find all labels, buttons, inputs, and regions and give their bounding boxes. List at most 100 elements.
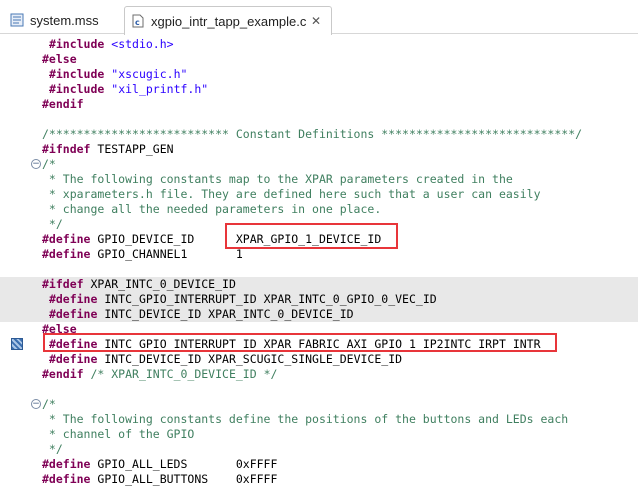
- keyword-token: #include: [48, 67, 105, 81]
- keyword-token: #define: [42, 232, 91, 246]
- keyword-token: #define: [42, 247, 91, 261]
- code-text: #define GPIO_ALL_BUTTONS 0xFFFF: [42, 472, 277, 486]
- code-line[interactable]: #define INTC_GPIO_INTERRUPT_ID XPAR_INTC…: [0, 292, 638, 307]
- keyword-token: #define: [48, 352, 98, 366]
- string-token: "xscugic.h": [111, 67, 188, 81]
- tab-system-mss[interactable]: system.mss: [6, 6, 124, 34]
- code-line[interactable]: */: [0, 442, 638, 457]
- comment-token: * change all the needed parameters in on…: [42, 202, 382, 216]
- comment-token: * xparameters.h file. They are defined h…: [42, 187, 541, 201]
- code-token: TESTAPP_GEN: [90, 142, 174, 156]
- keyword-token: #define: [48, 307, 98, 321]
- code-line[interactable]: #endif /* XPAR_INTC_0_DEVICE_ID */: [0, 367, 638, 382]
- code-text: #define INTC_GPIO_INTERRUPT_ID XPAR_INTC…: [42, 292, 437, 307]
- code-line[interactable]: #include <stdio.h>: [0, 37, 638, 52]
- code-text: #ifndef TESTAPP_GEN: [42, 142, 174, 157]
- code-line[interactable]: [0, 382, 638, 397]
- comment-token: * The following constants define the pos…: [42, 412, 569, 426]
- annotation-box-intc-gpio-interrupt-id: [43, 333, 557, 352]
- tab-label: system.mss: [30, 12, 99, 28]
- code-line[interactable]: * change all the needed parameters in on…: [0, 202, 638, 217]
- code-text: */: [42, 217, 63, 232]
- code-line[interactable]: #define GPIO_ALL_BUTTONS 0xFFFF: [0, 472, 638, 486]
- code-text: #ifdef XPAR_INTC_0_DEVICE_ID: [42, 277, 236, 292]
- keyword-token: #define: [42, 472, 91, 486]
- code-line[interactable]: #define INTC_DEVICE_ID XPAR_INTC_0_DEVIC…: [0, 307, 638, 322]
- collapse-fold-icon[interactable]: −: [31, 159, 41, 169]
- annotation-marker-icon[interactable]: [11, 338, 23, 350]
- code-token: GPIO_ALL_BUTTONS 0xFFFF: [90, 472, 278, 486]
- code-text: #include <stdio.h>: [42, 37, 174, 52]
- keyword-token: #endif: [42, 97, 84, 111]
- comment-token: */: [42, 217, 63, 231]
- code-text: #endif /* XPAR_INTC_0_DEVICE_ID */: [42, 367, 277, 382]
- code-token: XPAR_INTC_0_DEVICE_ID: [83, 277, 236, 291]
- mss-file-icon: [10, 13, 24, 27]
- svg-text:c: c: [135, 18, 140, 27]
- code-text: #define INTC_DEVICE_ID XPAR_INTC_0_DEVIC…: [42, 307, 354, 322]
- code-text: #else: [42, 52, 77, 67]
- string-token: <stdio.h>: [111, 37, 174, 51]
- comment-token: * The following constants map to the XPA…: [42, 172, 513, 186]
- keyword-token: #ifdef: [42, 277, 84, 291]
- code-text: /************************** Constant Def…: [42, 127, 582, 142]
- code-text: #include "xil_printf.h": [42, 82, 208, 97]
- code-text: */: [42, 442, 63, 457]
- code-line[interactable]: #ifndef TESTAPP_GEN: [0, 142, 638, 157]
- code-line[interactable]: −/*: [0, 397, 638, 412]
- close-tab-icon[interactable]: ✕: [309, 14, 323, 28]
- code-line[interactable]: [0, 262, 638, 277]
- comment-token: /************************** Constant Def…: [42, 127, 583, 141]
- code-line[interactable]: #define GPIO_CHANNEL1 1: [0, 247, 638, 262]
- string-token: "xil_printf.h": [111, 82, 209, 96]
- code-line[interactable]: /************************** Constant Def…: [0, 127, 638, 142]
- comment-token: * channel of the GPIO: [42, 427, 195, 441]
- tab-label: xgpio_intr_tapp_example.c: [151, 13, 307, 29]
- keyword-token: #include: [48, 82, 105, 96]
- code-line[interactable]: #include "xscugic.h": [0, 67, 638, 82]
- keyword-token: #define: [42, 457, 91, 471]
- code-text: * The following constants map to the XPA…: [42, 172, 513, 187]
- code-line[interactable]: [0, 112, 638, 127]
- code-line[interactable]: * xparameters.h file. They are defined h…: [0, 187, 638, 202]
- code-text: #define GPIO_CHANNEL1 1: [42, 247, 243, 262]
- code-text: /*: [42, 397, 56, 412]
- code-line[interactable]: * The following constants map to the XPA…: [0, 172, 638, 187]
- comment-token: */: [42, 442, 63, 456]
- code-text: * change all the needed parameters in on…: [42, 202, 381, 217]
- code-token: GPIO_CHANNEL1 1: [90, 247, 243, 261]
- code-token: GPIO_ALL_LEDS 0xFFFF: [90, 457, 278, 471]
- code-text: * channel of the GPIO: [42, 427, 194, 442]
- code-text: /*: [42, 157, 56, 172]
- code-token: INTC_GPIO_INTERRUPT_ID XPAR_INTC_0_GPIO_…: [97, 292, 437, 306]
- editor-tab-bar: system.mss c xgpio_intr_tapp_example.c ✕: [0, 0, 638, 35]
- keyword-token: #define: [48, 292, 98, 306]
- code-text: #define INTC_DEVICE_ID XPAR_SCUGIC_SINGL…: [42, 352, 402, 367]
- keyword-token: #include: [48, 37, 105, 51]
- code-line[interactable]: #define GPIO_ALL_LEDS 0xFFFF: [0, 457, 638, 472]
- keyword-token: #ifndef: [42, 142, 91, 156]
- comment-token: /*: [42, 157, 56, 171]
- code-line[interactable]: #define INTC_DEVICE_ID XPAR_SCUGIC_SINGL…: [0, 352, 638, 367]
- collapse-fold-icon[interactable]: −: [31, 399, 41, 409]
- code-line[interactable]: #ifdef XPAR_INTC_0_DEVICE_ID: [0, 277, 638, 292]
- code-text: * The following constants define the pos…: [42, 412, 568, 427]
- code-text: #endif: [42, 97, 84, 112]
- comment-token: /* XPAR_INTC_0_DEVICE_ID */: [90, 367, 278, 381]
- code-text: #define GPIO_ALL_LEDS 0xFFFF: [42, 457, 277, 472]
- code-text: #include "xscugic.h": [42, 67, 188, 82]
- tab-xgpio-intr-tapp-example[interactable]: c xgpio_intr_tapp_example.c ✕: [124, 6, 332, 35]
- code-text: * xparameters.h file. They are defined h…: [42, 187, 541, 202]
- keyword-token: #endif: [42, 367, 84, 381]
- code-line[interactable]: #endif: [0, 97, 638, 112]
- code-line[interactable]: #include "xil_printf.h": [0, 82, 638, 97]
- code-line[interactable]: −/*: [0, 157, 638, 172]
- code-token: INTC_DEVICE_ID XPAR_SCUGIC_SINGLE_DEVICE…: [97, 352, 403, 366]
- code-token: INTC_DEVICE_ID XPAR_INTC_0_DEVICE_ID: [97, 307, 354, 321]
- c-file-icon: c: [131, 14, 145, 28]
- code-line[interactable]: * channel of the GPIO: [0, 427, 638, 442]
- code-line[interactable]: * The following constants define the pos…: [0, 412, 638, 427]
- code-editor[interactable]: #include <stdio.h> #else #include "xscugi…: [0, 35, 638, 486]
- annotation-box-gpio-device-id: [225, 223, 398, 249]
- code-line[interactable]: #else: [0, 52, 638, 67]
